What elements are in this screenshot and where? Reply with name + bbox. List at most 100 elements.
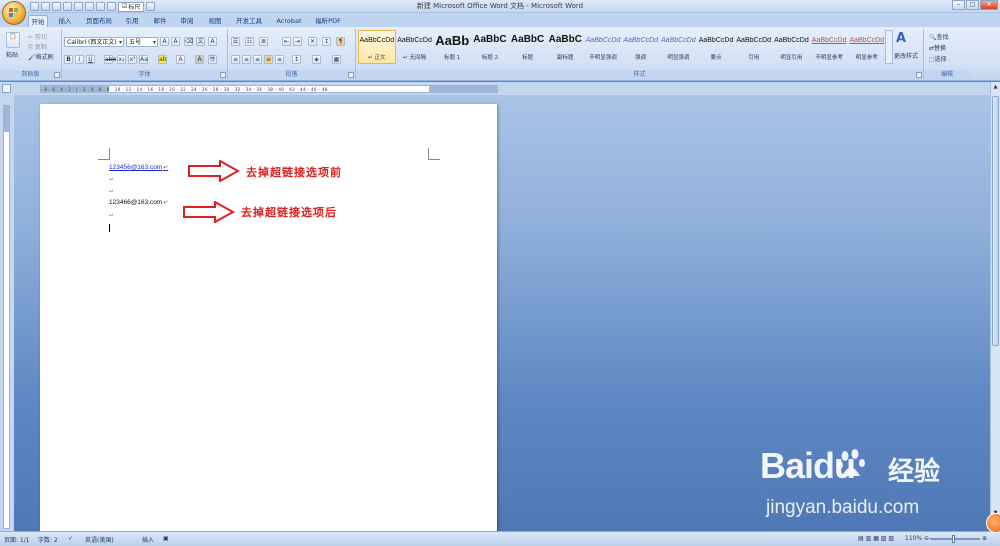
styles-dialog-launcher[interactable] (916, 72, 922, 78)
scrollbar-thumb[interactable] (992, 96, 999, 346)
replace-button[interactable]: ⇄替换 (929, 43, 946, 52)
tab-foxit-pdf[interactable]: 福昕PDF (312, 15, 344, 27)
macro-record-icon[interactable]: ▣ (163, 535, 169, 542)
word-count[interactable]: 字数: 2 (38, 535, 58, 544)
superscript-icon[interactable]: x² (128, 55, 137, 64)
outline-icon[interactable]: ▧ (881, 535, 887, 542)
change-case-icon[interactable]: Aa (139, 55, 148, 64)
tab-home[interactable]: 开始 (28, 15, 48, 27)
font-color-icon[interactable]: A (176, 55, 185, 64)
paste-icon[interactable]: 📋 (6, 32, 20, 48)
vertical-ruler[interactable] (0, 95, 14, 531)
change-styles-button[interactable]: 更改样式 (894, 51, 918, 60)
increase-indent-icon[interactable]: ⇥ (293, 37, 302, 46)
style-item[interactable]: AaBbCcDd ↵ 无间隔 (396, 30, 434, 64)
clear-format-icon[interactable]: ⌫ (184, 37, 193, 46)
zoom-slider[interactable] (930, 538, 980, 540)
help-badge-icon[interactable] (986, 513, 1000, 533)
style-item[interactable]: AaBbCcDd 明显参考 (848, 30, 886, 64)
tab-insert[interactable]: 插入 (55, 15, 75, 27)
style-item[interactable]: AaBbC 副标题 (546, 30, 584, 64)
hyperlink-email[interactable]: 123456@163.com↵ (109, 164, 168, 171)
paste-label[interactable]: 粘贴 (6, 50, 18, 59)
phonetic-guide-icon[interactable]: 文 (196, 37, 205, 46)
shading-icon[interactable]: ◈ (312, 55, 321, 64)
document-page[interactable]: 123456@163.com↵ ↵ ↵ 123466@163.com↵ ↵ 去掉… (40, 104, 497, 536)
borders-icon[interactable]: ▦ (332, 55, 341, 64)
show-marks-icon[interactable]: ¶ (336, 37, 345, 46)
style-item[interactable]: AaBbCcDd 强调 (622, 30, 660, 64)
close-button[interactable]: ✕ (980, 0, 998, 10)
style-item[interactable]: AaBbCcDd 明显引用 (773, 30, 811, 64)
style-item[interactable]: AaBb 标题 1 (433, 30, 471, 64)
scroll-up-icon[interactable]: ▲ (992, 84, 999, 91)
tab-acrobat[interactable]: Acrobat (274, 15, 304, 27)
style-item[interactable]: AaBbCcDd 不明显强调 (584, 30, 622, 64)
format-painter-button[interactable]: 🖌格式刷 (28, 52, 54, 61)
bold-icon[interactable]: B (64, 55, 73, 64)
cut-button[interactable]: ✂ 剪切 (28, 32, 47, 41)
styles-gallery-scroll[interactable] (885, 30, 893, 64)
style-item[interactable]: AaBbCcDd ↵ 正文 (358, 30, 396, 64)
style-item[interactable]: AaBbCcDd 要点 (697, 30, 735, 64)
page-count[interactable]: 页面: 1/1 (4, 535, 30, 544)
align-right-icon[interactable]: ≡ (253, 55, 262, 64)
draft-icon[interactable]: ▨ (888, 535, 894, 542)
tab-developer[interactable]: 开发工具 (234, 15, 264, 27)
style-item[interactable]: AaBbC 标题 2 (471, 30, 509, 64)
tab-references[interactable]: 引用 (122, 15, 142, 27)
highlight-icon[interactable]: ab (158, 55, 167, 64)
tab-review[interactable]: 审阅 (177, 15, 197, 27)
italic-icon[interactable]: I (75, 55, 84, 64)
tab-view[interactable]: 视图 (205, 15, 225, 27)
style-item[interactable]: AaBbCcDd 不明显参考 (810, 30, 848, 64)
enclose-char-icon[interactable]: ㊕ (208, 55, 217, 64)
sort-icon[interactable]: ↕ (322, 37, 331, 46)
horizontal-ruler[interactable]: · 8 · 6 · 4 · 2 · | · 2 · 4 · 6 · 8 · 10… (40, 85, 498, 93)
proofing-icon[interactable]: ✓ (68, 535, 73, 542)
vertical-scrollbar[interactable]: ▲ ▼ (990, 82, 1000, 531)
style-item[interactable]: AaBbC 标题 (509, 30, 547, 64)
zoom-slider-handle[interactable] (952, 535, 955, 543)
bullets-icon[interactable]: ☰ (231, 37, 240, 46)
full-screen-reading-icon[interactable]: ▥ (866, 535, 872, 542)
line-spacing-icon[interactable]: ↕ (292, 55, 301, 64)
shrink-font-icon[interactable]: A (171, 37, 180, 46)
char-border-icon[interactable]: A (208, 37, 217, 46)
paragraph-dialog-launcher[interactable] (348, 72, 354, 78)
zoom-in-icon[interactable]: ⊕ (982, 535, 987, 542)
tab-page-layout[interactable]: 页面布局 (84, 15, 114, 27)
chinese-layout-icon[interactable]: ✕ (308, 37, 317, 46)
copy-button[interactable]: ⎘ 复制 (28, 42, 47, 52)
office-button[interactable] (2, 1, 26, 25)
font-family-select[interactable]: Calibri (西文正文) (64, 37, 124, 47)
clipboard-dialog-launcher[interactable] (54, 72, 60, 78)
zoom-out-icon[interactable]: ⊖ (924, 535, 929, 542)
multilevel-list-icon[interactable]: ≣ (259, 37, 268, 46)
distributed-icon[interactable]: ≡ (275, 55, 284, 64)
web-layout-icon[interactable]: ▦ (873, 535, 879, 542)
char-shading-icon[interactable]: A (195, 55, 204, 64)
zoom-level[interactable]: 110% (905, 535, 922, 542)
find-button[interactable]: 🔍查找 (929, 32, 949, 41)
maximize-button[interactable]: □ (966, 0, 979, 10)
underline-icon[interactable]: U (86, 55, 95, 64)
strikethrough-icon[interactable]: abe (104, 55, 116, 64)
font-dialog-launcher[interactable] (220, 72, 226, 78)
change-styles-icon[interactable]: A (896, 31, 906, 46)
style-item[interactable]: AaBbCcDd 明显强调 (660, 30, 698, 64)
grow-font-icon[interactable]: A (160, 37, 169, 46)
style-item[interactable]: AaBbCcDd 引用 (735, 30, 773, 64)
minimize-button[interactable]: – (952, 0, 965, 10)
align-center-icon[interactable]: ≡ (242, 55, 251, 64)
insert-mode[interactable]: 插入 (142, 535, 154, 544)
select-button[interactable]: ⬚选择 (929, 54, 947, 63)
justify-icon[interactable]: ≡ (264, 55, 273, 64)
language[interactable]: 英语(美国) (85, 535, 114, 544)
print-layout-icon[interactable]: ▤ (858, 535, 864, 542)
decrease-indent-icon[interactable]: ⇤ (282, 37, 291, 46)
numbering-icon[interactable]: ☷ (245, 37, 254, 46)
font-size-select[interactable]: 五号 (126, 37, 158, 47)
align-left-icon[interactable]: ≡ (231, 55, 240, 64)
tab-selector[interactable] (2, 84, 11, 93)
